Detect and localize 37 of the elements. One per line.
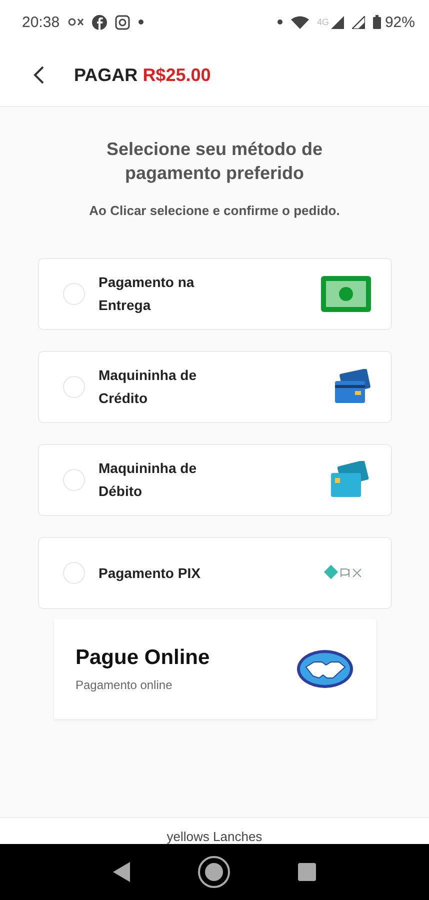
option-label: Pagamento na Entrega: [98, 273, 196, 315]
option-label: Maquininha de Crédito: [98, 366, 198, 408]
payment-option[interactable]: Maquininha de Crédito: [38, 351, 392, 423]
payment-option[interactable]: Maquininha de Débito: [38, 444, 392, 516]
signal-icon: [330, 16, 344, 28]
option-label: Maquininha de Débito: [98, 459, 198, 501]
payment-option[interactable]: Pagamento na Entrega: [38, 258, 392, 330]
back-nav-icon[interactable]: [113, 862, 132, 882]
banknote-icon: [320, 276, 370, 312]
network-type: 4G: [316, 17, 329, 27]
chevron-left-icon: [33, 66, 45, 84]
dot-icon: [276, 19, 283, 25]
radio-button[interactable]: [62, 376, 84, 398]
payment-option[interactable]: Pagamento PIX: [38, 537, 392, 609]
option-label: Pagamento PIX: [98, 564, 202, 583]
store-name: yellows Lanches: [166, 829, 262, 844]
wifi-icon: [290, 16, 309, 28]
instruction-text: Ao Clicar selecione e confirme o pedido.: [89, 203, 340, 218]
radio-button[interactable]: [62, 283, 84, 305]
card-subtitle: Pagamento online: [76, 678, 174, 692]
radio-button[interactable]: [62, 469, 84, 491]
battery-level: 92%: [384, 14, 415, 30]
facebook-icon: [92, 14, 107, 30]
instagram-icon: [114, 14, 130, 30]
card-title: Pague Online: [76, 646, 211, 670]
dot-icon: [138, 19, 144, 25]
status-time: 20:38: [22, 14, 60, 30]
battery-icon: [372, 15, 381, 29]
debit-card-icon: [328, 461, 370, 499]
recents-nav-icon[interactable]: [298, 863, 316, 881]
signal-icon: [352, 16, 365, 28]
home-nav-icon[interactable]: [197, 855, 232, 889]
section-heading: Selecione seu método de pagamento preferido: [105, 138, 324, 185]
radio-button[interactable]: [62, 562, 84, 584]
credit-card-icon: [332, 369, 370, 405]
online-payment-card[interactable]: Pague Online Pagamento online: [54, 619, 376, 719]
page-title: PAGAR R$25.00: [74, 64, 211, 86]
